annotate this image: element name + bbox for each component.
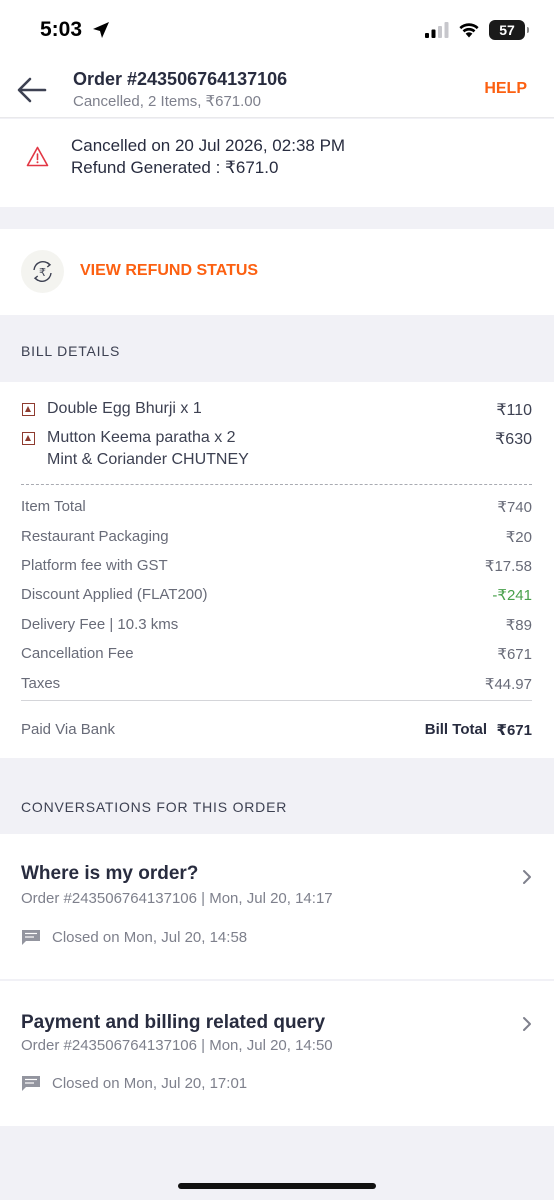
platform-fee-label: Platform fee with GST — [21, 557, 168, 574]
delivery-fee-value: ₹89 — [505, 617, 532, 634]
conversation-meta: Order #243506764137106 | Mon, Jul 20, 14… — [21, 890, 333, 907]
conversation-closed-text: Closed on Mon, Jul 20, 14:58 — [52, 929, 248, 946]
payment-method: Paid Via Bank — [21, 721, 115, 738]
bill-item-price: ₹630 — [495, 431, 532, 448]
status-bar: 5:03 57 — [0, 0, 554, 60]
refund-icon: ₹ — [21, 250, 64, 293]
back-arrow-icon[interactable] — [16, 76, 48, 104]
cancellation-notice: Cancelled on 20 Jul 2026, 02:38 PM Refun… — [0, 119, 554, 207]
order-header: Order #243506764137106 Cancelled, 2 Item… — [0, 60, 554, 118]
delivery-fee-label: Delivery Fee | 10.3 kms — [21, 616, 179, 633]
bill-item-price: ₹110 — [496, 402, 532, 419]
conversation-meta: Order #243506764137106 | Mon, Jul 20, 14… — [21, 1037, 333, 1054]
bill-total-value: ₹671 — [496, 722, 532, 739]
conversation-item[interactable]: Payment and billing related query Order … — [0, 981, 554, 1126]
platform-fee-value: ₹17.58 — [484, 558, 532, 575]
bill-details-heading: BILL DETAILS — [21, 343, 121, 359]
item-total-label: Item Total — [21, 498, 86, 515]
non-veg-icon — [22, 432, 35, 445]
svg-text:₹: ₹ — [39, 266, 46, 279]
cancellation-fee-value: ₹671 — [497, 646, 532, 663]
bill-item-name: Double Egg Bhurji x 1 — [47, 400, 202, 417]
discount-value: -₹241 — [492, 587, 532, 604]
chevron-right-icon — [523, 870, 531, 884]
non-veg-icon — [22, 403, 35, 416]
packaging-label: Restaurant Packaging — [21, 528, 169, 545]
refund-status-row[interactable]: ₹ VIEW REFUND STATUS — [0, 229, 554, 315]
cellular-signal-icon — [425, 22, 449, 38]
conversations-heading: CONVERSATIONS FOR THIS ORDER — [21, 799, 288, 815]
taxes-label: Taxes — [21, 675, 61, 692]
divider — [21, 700, 532, 701]
chat-icon — [22, 930, 40, 945]
bill-item-addon: Mint & Coriander CHUTNEY — [47, 451, 249, 468]
home-indicator[interactable] — [178, 1183, 376, 1189]
packaging-value: ₹20 — [505, 529, 532, 546]
status-time: 5:03 — [40, 18, 83, 41]
bill-details: Double Egg Bhurji x 1 ₹110 Mutton Keema … — [0, 382, 554, 758]
chevron-right-icon — [523, 1017, 531, 1031]
bill-total-label: Bill Total — [424, 721, 487, 738]
chat-icon — [22, 1076, 40, 1091]
refund-generated-text: Refund Generated : ₹671.0 — [71, 158, 279, 177]
discount-label: Discount Applied (FLAT200) — [21, 586, 208, 603]
order-title: Order #243506764137106 — [73, 69, 288, 89]
conversation-item[interactable]: Where is my order? Order #24350676413710… — [0, 834, 554, 979]
conversation-title: Where is my order? — [21, 863, 199, 884]
dashed-divider — [21, 484, 532, 485]
view-refund-status-link[interactable]: VIEW REFUND STATUS — [80, 262, 258, 280]
item-total-value: ₹740 — [497, 499, 532, 516]
warning-icon — [26, 146, 49, 167]
conversation-title: Payment and billing related query — [21, 1012, 326, 1033]
location-arrow-icon — [93, 22, 109, 38]
battery-level: 57 — [499, 22, 515, 38]
help-button[interactable]: HELP — [484, 80, 527, 98]
cancellation-fee-label: Cancellation Fee — [21, 645, 134, 662]
conversation-closed-text: Closed on Mon, Jul 20, 17:01 — [52, 1075, 248, 1092]
cancelled-on-text: Cancelled on 20 Jul 2026, 02:38 PM — [71, 136, 346, 155]
bill-item-name: Mutton Keema paratha x 2 — [47, 429, 236, 446]
taxes-value: ₹44.97 — [484, 676, 532, 693]
order-summary: Cancelled, 2 Items, ₹671.00 — [73, 93, 261, 110]
battery-icon: 57 — [489, 20, 529, 40]
wifi-icon — [459, 23, 479, 38]
